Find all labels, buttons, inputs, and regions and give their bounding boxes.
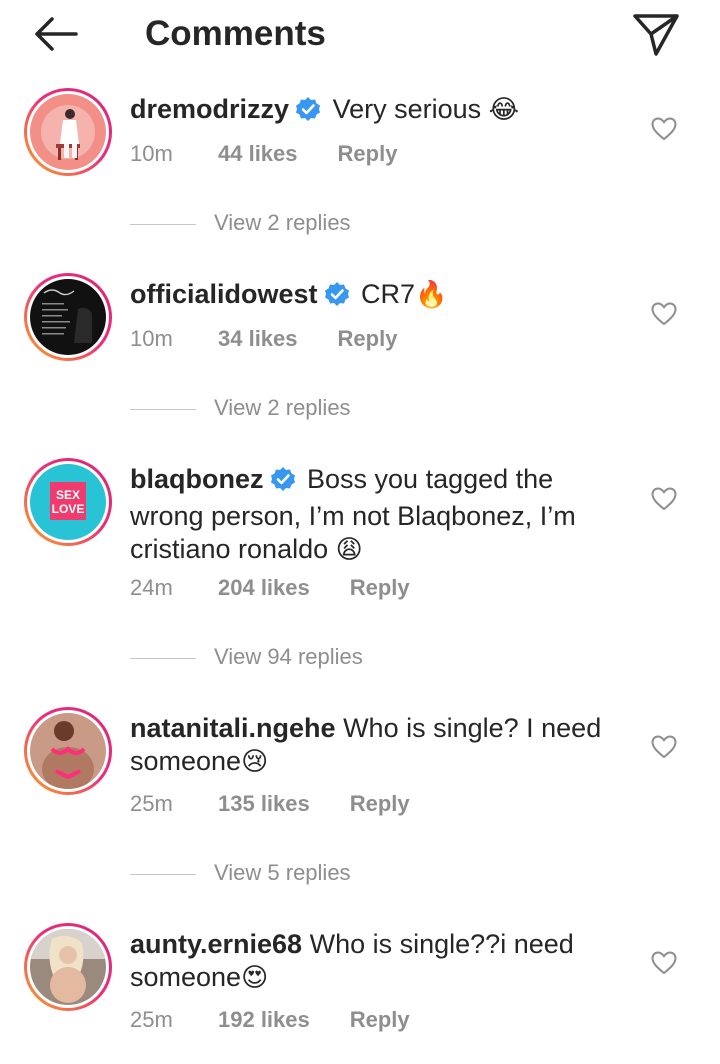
username[interactable]: natanitali.ngehe <box>130 713 336 743</box>
likes-count[interactable]: 135 likes <box>218 789 310 819</box>
weary-emoji: 😩 <box>335 534 363 564</box>
heart-icon[interactable] <box>651 117 677 141</box>
view-replies-label: View 5 replies <box>214 860 351 885</box>
likes-count[interactable]: 192 likes <box>218 1005 310 1035</box>
reply-button[interactable]: Reply <box>350 1005 410 1035</box>
likes-count[interactable]: 34 likes <box>218 324 298 354</box>
comment-text-block: aunty.ernie68 Who is single??i need some… <box>130 928 610 994</box>
comment-text-block: natanitali.ngehe Who is single? I need s… <box>130 712 610 778</box>
comment-time: 10m <box>130 141 173 166</box>
comment-meta: 25m 192 likes Reply <box>130 1005 410 1035</box>
view-replies-label: View 2 replies <box>214 395 351 420</box>
view-replies-label: View 2 replies <box>214 210 351 235</box>
likes-count[interactable]: 204 likes <box>218 573 310 603</box>
heart-icon[interactable] <box>651 487 677 511</box>
comment-time: 25m <box>130 791 173 816</box>
divider-line <box>130 873 196 875</box>
comment-body: CR7 <box>361 279 416 309</box>
divider-line <box>130 223 196 225</box>
comment-text-block: blaqbonez Boss you tagged the wrong pers… <box>130 463 610 566</box>
avatar-image <box>30 713 106 789</box>
verified-badge-icon <box>324 281 350 315</box>
heart-icon[interactable] <box>651 735 677 759</box>
avatar-officialidowest[interactable] <box>24 273 112 361</box>
reply-button[interactable]: Reply <box>338 324 398 354</box>
verified-badge-icon <box>270 466 296 500</box>
avatar-blaqbonez[interactable]: SEX LOVE <box>24 458 112 546</box>
logo-text-sex: SEX <box>56 488 80 502</box>
logo-text-love: LOVE <box>52 502 85 516</box>
verified-badge-icon <box>295 96 321 130</box>
avatar-image: SEX LOVE <box>30 464 106 540</box>
send-icon[interactable] <box>630 10 682 58</box>
view-replies-link[interactable]: View 94 replies <box>130 642 363 672</box>
laughing-emoji: 😂 <box>488 94 520 124</box>
comment-body: Very serious <box>332 94 482 124</box>
heart-icon[interactable] <box>651 302 677 326</box>
divider-line <box>130 657 196 659</box>
comment-text-block: officialidowest CR7🔥 <box>130 278 610 315</box>
username[interactable]: blaqbonez <box>130 464 264 494</box>
avatar-image <box>30 279 106 355</box>
comment-meta: 10m 44 likes Reply <box>130 139 397 169</box>
page-title: Comments <box>145 14 326 53</box>
comment-text-block: dremodrizzy Very serious 😂 <box>130 93 610 130</box>
view-replies-link[interactable]: View 5 replies <box>130 858 351 888</box>
comment-meta: 25m 135 likes Reply <box>130 789 410 819</box>
avatar-dremodrizzy[interactable] <box>24 88 112 176</box>
view-replies-label: View 94 replies <box>214 644 363 669</box>
heart-icon[interactable] <box>651 951 677 975</box>
back-arrow-icon[interactable] <box>30 12 82 56</box>
view-replies-link[interactable]: View 2 replies <box>130 393 351 423</box>
username[interactable]: dremodrizzy <box>130 94 289 124</box>
reply-button[interactable]: Reply <box>350 573 410 603</box>
divider-line <box>130 408 196 410</box>
crying-emoji: 😢 <box>241 746 269 776</box>
header-bar: Comments <box>0 0 720 70</box>
comment-meta: 10m 34 likes Reply <box>130 324 397 354</box>
fire-emoji: 🔥 <box>415 279 448 309</box>
avatar-aunty-ernie[interactable] <box>24 923 112 1011</box>
username[interactable]: aunty.ernie68 <box>130 929 302 959</box>
username[interactable]: officialidowest <box>130 279 318 309</box>
avatar-image <box>30 929 106 1005</box>
avatar-natanitali[interactable] <box>24 707 112 795</box>
reply-button[interactable]: Reply <box>350 789 410 819</box>
reply-button[interactable]: Reply <box>338 139 398 169</box>
comment-time: 10m <box>130 326 173 351</box>
comment-time: 25m <box>130 1007 173 1032</box>
avatar-image <box>30 94 106 170</box>
comment-meta: 24m 204 likes Reply <box>130 573 410 603</box>
heart-eyes-emoji: 😍 <box>241 962 269 992</box>
likes-count[interactable]: 44 likes <box>218 139 298 169</box>
comment-time: 24m <box>130 575 173 600</box>
view-replies-link[interactable]: View 2 replies <box>130 208 351 238</box>
